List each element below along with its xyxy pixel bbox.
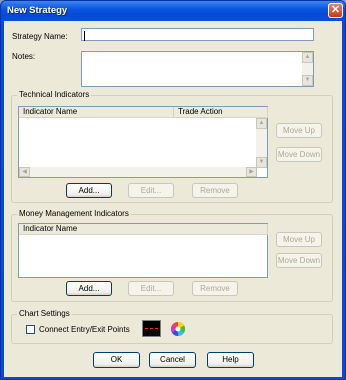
money-remove-button[interactable]: Remove	[192, 281, 238, 296]
scroll-up-icon[interactable]: ▲	[256, 118, 267, 129]
connect-entry-exit-checkbox[interactable]	[26, 325, 35, 334]
dashed-line-icon	[145, 328, 158, 329]
technical-move-up-button[interactable]: Move Up	[276, 123, 322, 138]
help-button[interactable]: Help	[207, 352, 254, 368]
close-button[interactable]: ✕	[328, 3, 343, 18]
connect-entry-exit-label: Connect Entry/Exit Points	[39, 325, 130, 334]
column-header-indicator-name[interactable]: Indicator Name	[19, 107, 174, 118]
technical-edit-button[interactable]: Edit...	[128, 183, 174, 198]
notes-label: Notes:	[12, 52, 36, 61]
scroll-right-icon[interactable]: ▶	[246, 167, 257, 177]
money-edit-button[interactable]: Edit...	[128, 281, 174, 296]
ok-button[interactable]: OK	[93, 352, 140, 368]
technical-indicators-title: Technical Indicators	[17, 90, 92, 99]
technical-move-down-button[interactable]: Move Down	[276, 147, 322, 162]
money-move-down-button[interactable]: Move Down	[276, 253, 322, 268]
money-add-button[interactable]: Add...	[66, 281, 112, 296]
technical-remove-button[interactable]: Remove	[192, 183, 238, 198]
technical-list-hscrollbar[interactable]: ◀ ▶	[19, 167, 257, 177]
money-management-list[interactable]: Indicator Name	[18, 223, 268, 278]
technical-indicators-list[interactable]: Indicator Name Trade Action ▲ ▼ ◀ ▶	[18, 106, 268, 178]
chart-settings-title: Chart Settings	[17, 309, 72, 318]
close-icon: ✕	[330, 4, 341, 16]
notes-textarea[interactable]: ▲ ▼	[81, 51, 314, 87]
technical-add-button[interactable]: Add...	[66, 183, 112, 198]
column-header-indicator-name[interactable]: Indicator Name	[19, 224, 268, 235]
money-move-up-button[interactable]: Move Up	[276, 232, 322, 247]
line-style-swatch[interactable]	[142, 320, 161, 337]
new-strategy-dialog: New Strategy ✕ Strategy Name: Notes: ▲ ▼…	[0, 0, 346, 380]
strategy-name-input[interactable]	[81, 28, 314, 41]
title-bar[interactable]: New Strategy ✕	[1, 1, 345, 21]
scroll-down-icon[interactable]: ▼	[302, 75, 313, 86]
cancel-button[interactable]: Cancel	[149, 352, 196, 368]
money-management-title: Money Management Indicators	[17, 209, 131, 218]
scroll-up-icon[interactable]: ▲	[302, 52, 313, 63]
scroll-left-icon[interactable]: ◀	[19, 167, 30, 177]
dialog-title: New Strategy	[7, 5, 68, 16]
notes-scrollbar[interactable]: ▲ ▼	[302, 52, 313, 86]
technical-list-vscrollbar[interactable]: ▲ ▼	[256, 118, 267, 168]
strategy-name-label: Strategy Name:	[12, 32, 68, 41]
text-caret	[84, 31, 85, 41]
dialog-body: Strategy Name: Notes: ▲ ▼ Technical Indi…	[4, 21, 342, 377]
scroll-down-icon[interactable]: ▼	[256, 157, 267, 168]
column-header-trade-action[interactable]: Trade Action	[174, 107, 268, 118]
color-wheel-icon[interactable]	[170, 321, 186, 337]
